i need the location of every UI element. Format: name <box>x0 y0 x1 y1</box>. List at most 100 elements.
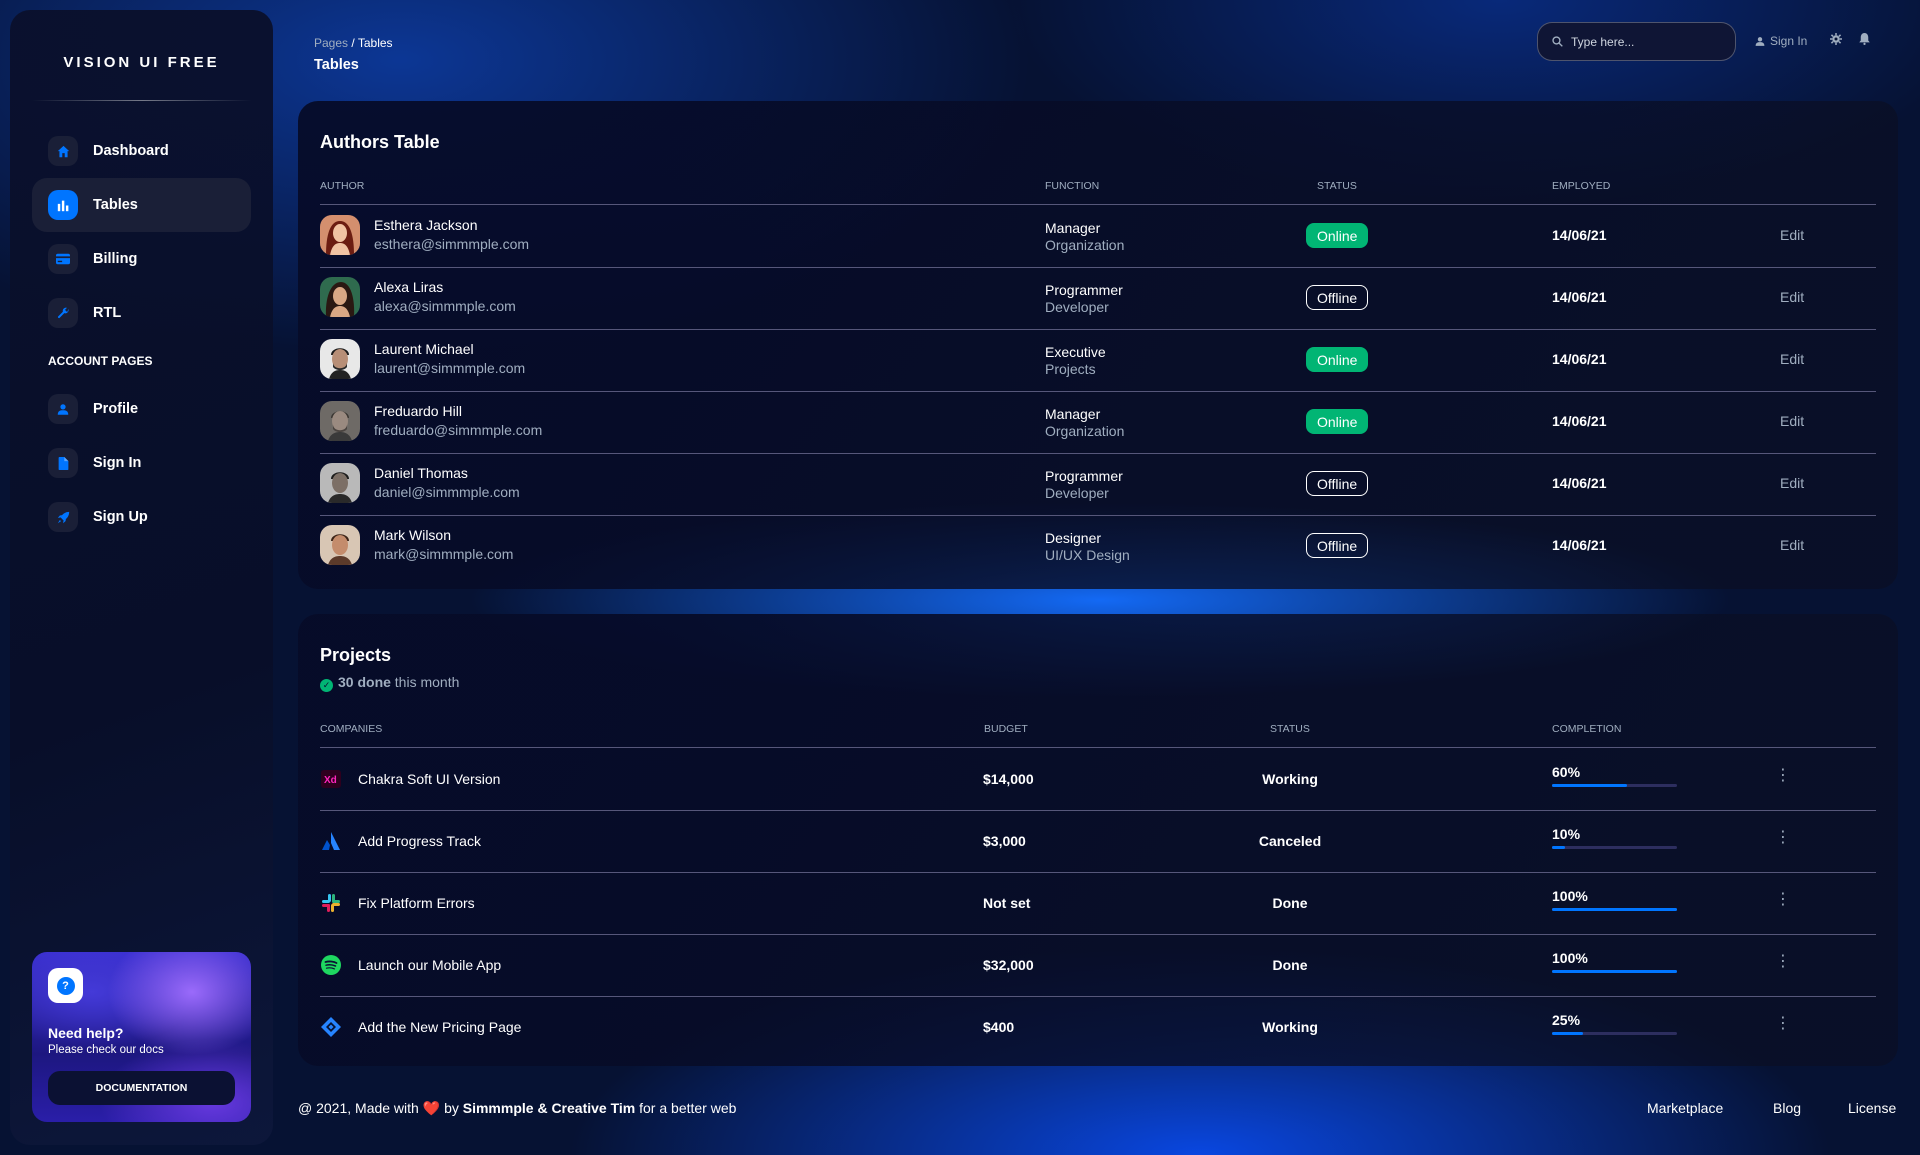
footer-link-marketplace[interactable]: Marketplace <box>1647 1100 1723 1116</box>
sidebar-item-label: Tables <box>93 197 138 213</box>
employed-date: 14/06/21 <box>1552 475 1607 491</box>
author-name: Daniel Thomas <box>374 465 468 481</box>
footer-credit: @ 2021, Made with ❤️ by Simmmple & Creat… <box>298 1100 736 1117</box>
author-function: Manager <box>1045 406 1101 422</box>
account-pages-heading: ACCOUNT PAGES <box>48 354 153 368</box>
more-options-icon[interactable]: ⋮ <box>1775 1016 1791 1032</box>
project-name: Launch our Mobile App <box>358 957 502 973</box>
person-icon <box>1755 36 1765 46</box>
table-row: Freduardo Hill freduardo@simmmple.com Ma… <box>320 391 1876 453</box>
gear-icon[interactable] <box>1830 33 1842 48</box>
table-row: Mark Wilson mark@simmmple.com Designer U… <box>320 515 1876 577</box>
more-options-icon[interactable]: ⋮ <box>1775 954 1791 970</box>
authors-table-title: Authors Table <box>320 132 440 152</box>
edit-button[interactable]: Edit <box>1780 351 1804 367</box>
brand-logo[interactable]: VISION UI FREE <box>10 54 273 71</box>
table-row: Laurent Michael laurent@simmmple.com Exe… <box>320 329 1876 391</box>
sidebar-item-profile[interactable]: Profile <box>32 382 251 436</box>
jira-icon <box>320 1016 342 1038</box>
heart-icon: ❤️ <box>422 1100 441 1116</box>
project-budget: $400 <box>983 1019 1015 1035</box>
more-options-icon[interactable]: ⋮ <box>1775 830 1791 846</box>
sidebar-item-rtl[interactable]: RTL <box>32 286 251 340</box>
status-badge: Offline <box>1306 533 1369 558</box>
progress-bar <box>1552 908 1677 911</box>
author-function: Executive <box>1045 344 1106 360</box>
help-subtitle: Please check our docs <box>48 1044 164 1056</box>
project-status: Working <box>1262 1019 1318 1035</box>
search-input[interactable] <box>1571 34 1721 49</box>
sidebar-item-tables[interactable]: Tables <box>32 178 251 232</box>
sidebar-item-dashboard[interactable]: Dashboard <box>32 124 251 178</box>
progress-bar <box>1552 1032 1677 1035</box>
edit-button[interactable]: Edit <box>1780 413 1804 429</box>
author-email: laurent@simmmple.com <box>374 360 526 376</box>
footer-suffix: for a better web <box>639 1100 737 1116</box>
more-options-icon[interactable]: ⋮ <box>1775 768 1791 784</box>
progress-bar <box>1552 970 1677 973</box>
breadcrumb-current: Tables <box>357 36 393 50</box>
sidebar-item-label: RTL <box>93 305 122 321</box>
table-row: Daniel Thomas daniel@simmmple.com Progra… <box>320 453 1876 515</box>
table-row: Alexa Liras alexa@simmmple.com Programme… <box>320 267 1876 329</box>
completion-percent: 60% <box>1552 764 1581 780</box>
documentation-button[interactable]: DOCUMENTATION <box>48 1071 235 1105</box>
breadcrumb-separator: / <box>351 36 355 50</box>
breadcrumb-root[interactable]: Pages <box>314 36 348 50</box>
status-badge: Online <box>1306 347 1369 372</box>
avatar <box>320 277 360 317</box>
author-name: Alexa Liras <box>374 279 444 295</box>
spotify-icon <box>320 954 342 976</box>
projects-done-suffix: this month <box>394 674 460 690</box>
sidebar-item-billing[interactable]: Billing <box>32 232 251 286</box>
edit-button[interactable]: Edit <box>1780 537 1804 553</box>
author-name: Mark Wilson <box>374 527 452 543</box>
footer-authors-link[interactable]: Simmmple & Creative Tim <box>463 1100 635 1116</box>
author-email: mark@simmmple.com <box>374 546 514 562</box>
employed-date: 14/06/21 <box>1552 537 1607 553</box>
column-header-status: STATUS <box>1317 180 1357 192</box>
edit-button[interactable]: Edit <box>1780 227 1804 243</box>
edit-button[interactable]: Edit <box>1780 289 1804 305</box>
sidebar-item-label: Dashboard <box>93 143 169 159</box>
completion-percent: 25% <box>1552 1012 1581 1028</box>
column-header-budget: BUDGET <box>984 723 1028 735</box>
more-options-icon[interactable]: ⋮ <box>1775 892 1791 908</box>
progress-bar <box>1552 846 1677 849</box>
bell-icon[interactable] <box>1859 33 1870 48</box>
completion-percent: 100% <box>1552 888 1588 904</box>
question-icon: ? <box>48 968 83 1003</box>
table-row: Add Progress Track $3,000 Canceled 10% ⋮ <box>320 810 1876 872</box>
home-icon <box>48 136 78 166</box>
status-badge: Online <box>1306 223 1369 248</box>
sidebar-item-sign-in[interactable]: Sign In <box>32 436 251 490</box>
avatar <box>320 463 360 503</box>
bar-chart-icon <box>48 190 78 220</box>
author-department: Organization <box>1045 237 1125 253</box>
table-row: Launch our Mobile App $32,000 Done 100% … <box>320 934 1876 996</box>
column-header-companies: COMPANIES <box>320 723 383 735</box>
search-box[interactable] <box>1537 22 1736 61</box>
help-card: ? Need help? Please check our docs DOCUM… <box>32 952 251 1122</box>
column-header-function: FUNCTION <box>1045 180 1100 192</box>
brand-divider <box>32 100 252 101</box>
project-status: Canceled <box>1258 833 1322 849</box>
author-department: UI/UX Design <box>1045 547 1130 563</box>
adobe-xd-icon: Xd <box>320 768 342 790</box>
project-name: Add the New Pricing Page <box>358 1019 522 1035</box>
column-header-author: AUTHOR <box>320 180 365 192</box>
footer-link-blog[interactable]: Blog <box>1773 1100 1801 1116</box>
progress-bar-fill <box>1552 846 1565 849</box>
edit-button[interactable]: Edit <box>1780 475 1804 491</box>
sidebar-item-sign-up[interactable]: Sign Up <box>32 490 251 544</box>
sign-in-link[interactable]: Sign In <box>1755 34 1807 48</box>
progress-bar-fill <box>1552 1032 1584 1035</box>
footer-link-license[interactable]: License <box>1848 1100 1896 1116</box>
status-badge: Online <box>1306 409 1369 434</box>
sidebar-item-label: Sign Up <box>93 509 148 525</box>
sign-in-label: Sign In <box>1770 34 1808 48</box>
employed-date: 14/06/21 <box>1552 289 1607 305</box>
project-budget: $3,000 <box>983 833 1026 849</box>
progress-bar <box>1552 784 1677 787</box>
rocket-icon <box>48 502 78 532</box>
